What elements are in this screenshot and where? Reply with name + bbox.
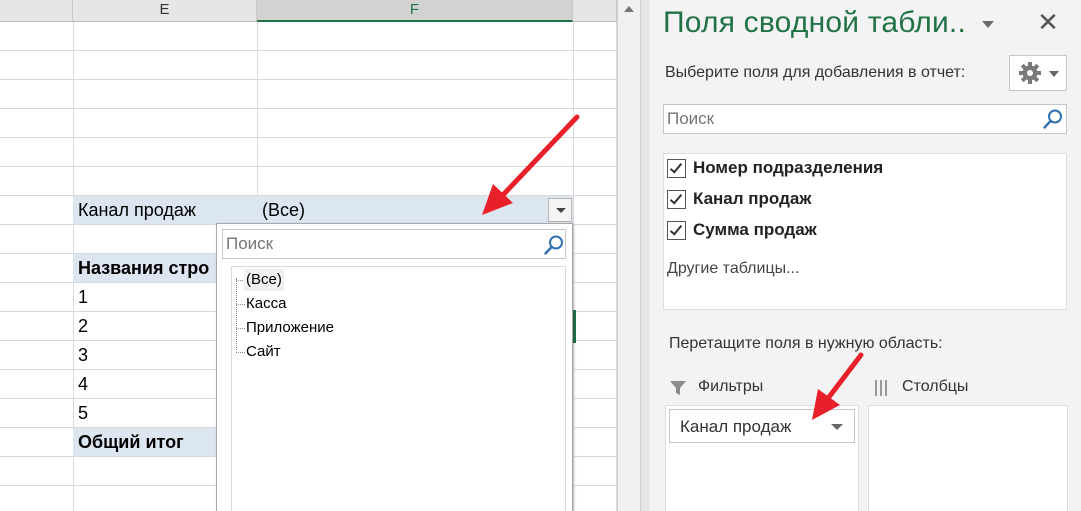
grand-total-label[interactable]: Общий итог	[78, 428, 184, 456]
funnel-icon	[670, 381, 686, 395]
row-label-cell[interactable]: 5	[78, 399, 88, 427]
filter-value-list[interactable]: (Все) Касса Приложение Сайт	[231, 266, 566, 511]
triangle-down-icon	[1049, 71, 1059, 77]
pane-splitter[interactable]	[641, 0, 649, 511]
tree-connector	[236, 352, 245, 353]
worksheet-area[interactable]: E F Канал продаж (Все) Названия стро 1 2…	[0, 0, 617, 511]
active-cell-border	[573, 310, 576, 343]
filter-item-label: (Все)	[244, 269, 284, 291]
vertical-scrollbar[interactable]	[617, 0, 641, 511]
column-header-d[interactable]	[0, 0, 73, 22]
row-label-cell[interactable]: 3	[78, 341, 88, 369]
close-icon[interactable]: ✕	[1037, 10, 1059, 36]
field-checkbox[interactable]	[667, 190, 686, 209]
columns-icon	[875, 380, 887, 396]
filter-item-label: Сайт	[246, 343, 281, 360]
filters-area-label: Фильтры	[698, 378, 764, 395]
other-tables-link[interactable]: Другие таблицы...	[667, 260, 799, 278]
row-label-cell[interactable]: 4	[78, 370, 88, 398]
field-item-sales-amount[interactable]: Сумма продаж	[664, 218, 1064, 244]
gridline	[0, 50, 617, 51]
columns-drop-area[interactable]	[868, 405, 1068, 511]
scroll-up-icon[interactable]	[624, 6, 634, 12]
filter-item-label: Приложение	[246, 319, 334, 336]
pivot-fields-pane: Поля сводной табли.. ✕ Выберите поля для…	[649, 0, 1081, 511]
gridline	[0, 137, 617, 138]
search-icon[interactable]	[543, 234, 565, 256]
row-label-cell[interactable]: 2	[78, 312, 88, 340]
field-checkbox[interactable]	[667, 221, 686, 240]
tree-connector	[236, 278, 237, 350]
field-label: Сумма продаж	[693, 220, 817, 239]
popup-search-input[interactable]	[222, 229, 566, 259]
pane-title: Поля сводной табли..	[663, 6, 967, 39]
filter-chip-label: Канал продаж	[680, 417, 792, 436]
field-list[interactable]: Номер подразделения Канал продаж Сумма п…	[663, 153, 1067, 310]
tree-connector	[236, 328, 245, 329]
gridline	[0, 79, 617, 80]
row-label-cell[interactable]: 1	[78, 283, 88, 311]
field-label: Номер подразделения	[693, 158, 884, 177]
drag-instruction: Перетащите поля в нужную область:	[669, 335, 943, 352]
tree-connector	[236, 304, 245, 305]
search-icon[interactable]	[1042, 108, 1064, 130]
tools-button[interactable]	[1009, 55, 1067, 91]
triangle-down-icon	[556, 208, 566, 213]
filters-drop-area[interactable]: Канал продаж	[665, 405, 859, 511]
field-item-sales-channel[interactable]: Канал продаж	[664, 187, 1064, 213]
gear-icon	[1019, 62, 1041, 84]
field-item-department[interactable]: Номер подразделения	[664, 156, 1064, 182]
column-header-f[interactable]: F	[257, 0, 573, 22]
field-label: Канал продаж	[693, 189, 812, 208]
checkmark-icon	[669, 160, 683, 174]
filter-field-chip[interactable]: Канал продаж	[669, 409, 855, 443]
checkmark-icon	[669, 222, 683, 236]
page-filter-field-label[interactable]: Канал продаж	[78, 196, 196, 224]
pane-subtitle: Выберите поля для добавления в отчет:	[665, 64, 966, 81]
page-filter-dropdown-button[interactable]	[548, 198, 572, 222]
field-search-input[interactable]	[663, 104, 1067, 134]
filter-dropdown-popup[interactable]: (Все) Касса Приложение Сайт	[216, 223, 573, 511]
gridline	[0, 166, 617, 167]
gridline	[0, 108, 617, 109]
field-checkbox[interactable]	[667, 159, 686, 178]
triangle-down-icon[interactable]	[831, 424, 843, 430]
checkmark-icon	[669, 191, 683, 205]
columns-area-label: Столбцы	[902, 378, 969, 395]
gridline	[573, 22, 574, 511]
pane-menu-triangle-down-icon[interactable]	[982, 21, 994, 28]
row-labels-header[interactable]: Названия стро	[78, 254, 216, 282]
filter-item-label: Касса	[246, 295, 287, 312]
column-header-e[interactable]: E	[73, 0, 257, 22]
column-header-g[interactable]	[573, 0, 617, 22]
page-filter-value[interactable]: (Все)	[262, 196, 305, 224]
